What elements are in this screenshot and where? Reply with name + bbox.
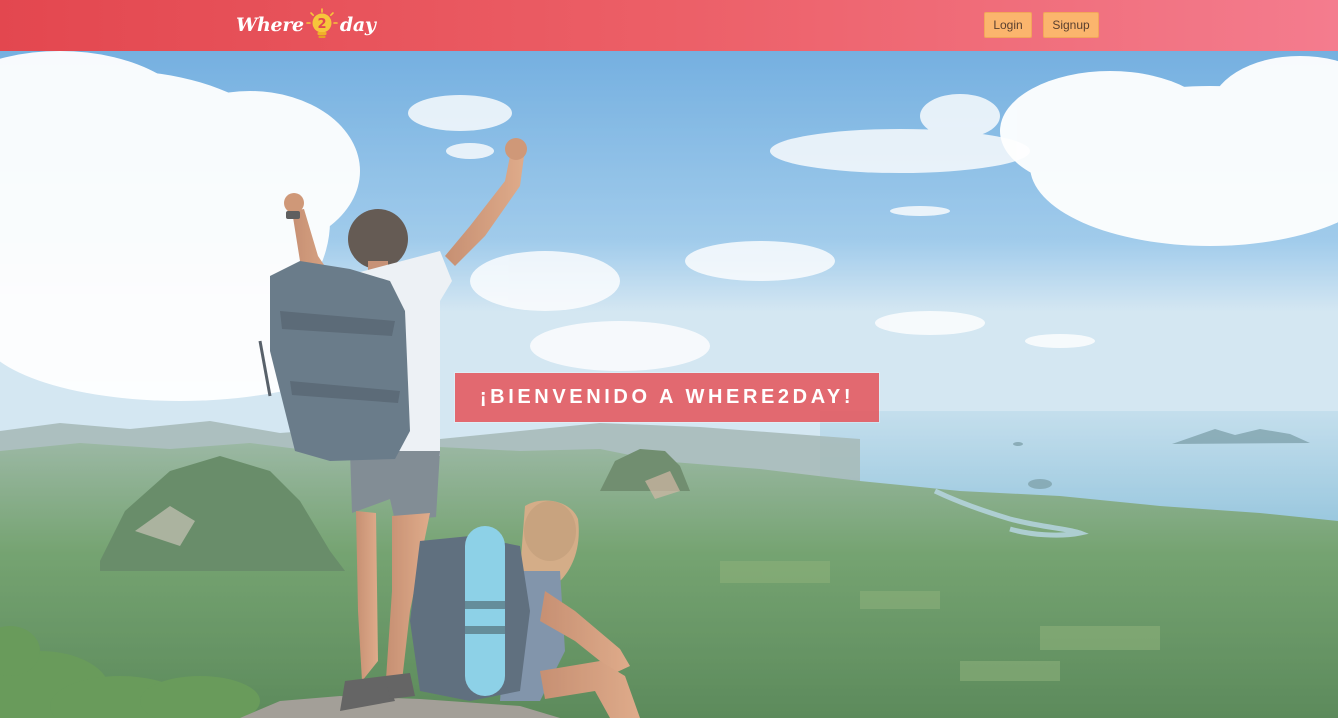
welcome-banner: ¡BIENVENIDO A WHERE2DAY! bbox=[455, 373, 879, 422]
brand-word-day: day bbox=[339, 14, 376, 36]
top-navbar: Where 2 day Login Signup bbox=[0, 0, 1338, 51]
lightbulb-icon: 2 bbox=[306, 8, 338, 38]
login-button[interactable]: Login bbox=[984, 12, 1032, 38]
brand-digit: 2 bbox=[317, 17, 326, 32]
hero-section: ¡BIENVENIDO A WHERE2DAY! bbox=[0, 51, 1338, 718]
brand-logo[interactable]: Where 2 day bbox=[236, 8, 376, 42]
brand-word-where: Where bbox=[236, 14, 304, 36]
signup-button[interactable]: Signup bbox=[1043, 12, 1099, 38]
